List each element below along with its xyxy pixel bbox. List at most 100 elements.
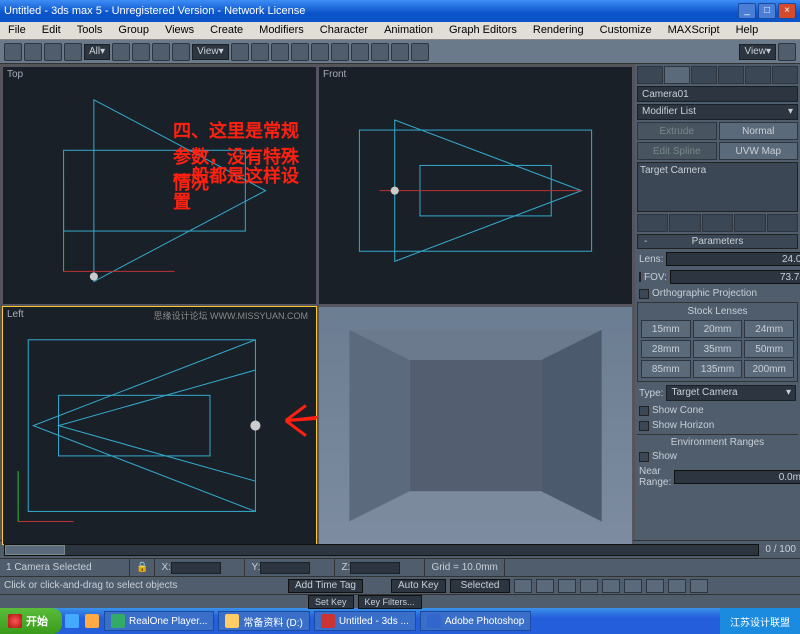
start-button[interactable]: 开始 bbox=[0, 608, 62, 634]
time-thumb[interactable] bbox=[5, 545, 65, 555]
z-field[interactable] bbox=[350, 562, 400, 574]
maximize-button[interactable]: □ bbox=[758, 3, 776, 19]
show-horizon-checkbox[interactable] bbox=[639, 421, 649, 431]
unlink-icon[interactable] bbox=[64, 43, 82, 61]
show-env-checkbox[interactable] bbox=[639, 452, 649, 462]
lens-35[interactable]: 35mm bbox=[693, 340, 743, 358]
menu-rendering[interactable]: Rendering bbox=[525, 22, 592, 39]
menu-create[interactable]: Create bbox=[202, 22, 251, 39]
create-tab-icon[interactable] bbox=[637, 66, 663, 84]
hierarchy-tab-icon[interactable] bbox=[691, 66, 717, 84]
undo-icon[interactable] bbox=[4, 43, 22, 61]
motion-tab-icon[interactable] bbox=[718, 66, 744, 84]
lens-20[interactable]: 20mm bbox=[693, 320, 743, 338]
camera-type-dropdown[interactable]: Target Camera▾ bbox=[666, 385, 796, 401]
menu-edit[interactable]: Edit bbox=[34, 22, 69, 39]
goto-end-icon[interactable] bbox=[602, 579, 620, 593]
pin-stack-icon[interactable] bbox=[637, 214, 668, 232]
ortho-checkbox[interactable] bbox=[639, 289, 649, 299]
configure-icon[interactable] bbox=[767, 214, 798, 232]
system-tray[interactable]: 江苏设计联盟 bbox=[720, 608, 800, 634]
menu-modifiers[interactable]: Modifiers bbox=[251, 22, 312, 39]
lens-135[interactable]: 135mm bbox=[693, 360, 743, 378]
rotate-icon[interactable] bbox=[152, 43, 170, 61]
selection-filter[interactable]: All ▾ bbox=[84, 44, 110, 60]
auto-key-button[interactable]: Auto Key bbox=[391, 579, 446, 593]
nav-max-icon[interactable] bbox=[690, 579, 708, 593]
add-time-tag[interactable]: Add Time Tag bbox=[288, 579, 363, 593]
coord-system[interactable]: View ▾ bbox=[192, 44, 229, 60]
key-mode-dropdown[interactable]: Selected bbox=[450, 579, 511, 593]
parameters-rollout[interactable]: Parameters bbox=[637, 234, 798, 249]
key-filters-button[interactable]: Key Filters... bbox=[358, 595, 422, 609]
task-3dsmax[interactable]: Untitled - 3ds ... bbox=[314, 611, 416, 631]
lock-icon[interactable] bbox=[778, 43, 796, 61]
display-tab-icon[interactable] bbox=[745, 66, 771, 84]
goto-start-icon[interactable] bbox=[514, 579, 532, 593]
mirror-icon[interactable] bbox=[271, 43, 289, 61]
x-field[interactable] bbox=[171, 562, 221, 574]
fov-toggle[interactable] bbox=[639, 272, 641, 282]
move-icon[interactable] bbox=[132, 43, 150, 61]
quick-render-icon[interactable] bbox=[411, 43, 429, 61]
modify-tab-icon[interactable] bbox=[664, 66, 690, 84]
near-range-field[interactable] bbox=[674, 470, 800, 484]
fov-field[interactable] bbox=[670, 270, 800, 284]
menu-file[interactable]: File bbox=[0, 22, 34, 39]
utilities-tab-icon[interactable] bbox=[772, 66, 798, 84]
modifier-stack[interactable]: Target Camera bbox=[637, 162, 798, 212]
snap-icon[interactable] bbox=[231, 43, 249, 61]
uvw-map-button[interactable]: UVW Map bbox=[719, 142, 799, 160]
quick-launch-icon[interactable] bbox=[65, 614, 79, 628]
schematic-icon[interactable] bbox=[351, 43, 369, 61]
view-dropdown[interactable]: View ▾ bbox=[739, 44, 776, 60]
menu-graph-editors[interactable]: Graph Editors bbox=[441, 22, 525, 39]
task-photoshop[interactable]: Adobe Photoshop bbox=[420, 611, 532, 631]
make-unique-icon[interactable] bbox=[702, 214, 733, 232]
menu-group[interactable]: Group bbox=[110, 22, 157, 39]
layer-icon[interactable] bbox=[311, 43, 329, 61]
object-name-field[interactable] bbox=[637, 86, 798, 102]
angle-snap-icon[interactable] bbox=[251, 43, 269, 61]
edit-spline-button[interactable]: Edit Spline bbox=[637, 142, 717, 160]
viewport-front[interactable]: Front bbox=[318, 66, 633, 305]
lens-28[interactable]: 28mm bbox=[641, 340, 691, 358]
scale-icon[interactable] bbox=[172, 43, 190, 61]
set-key-button[interactable]: Set Key bbox=[308, 595, 354, 609]
extrude-button[interactable]: Extrude bbox=[637, 122, 717, 140]
lens-15[interactable]: 15mm bbox=[641, 320, 691, 338]
show-cone-checkbox[interactable] bbox=[639, 406, 649, 416]
menu-help[interactable]: Help bbox=[728, 22, 767, 39]
lens-50[interactable]: 50mm bbox=[744, 340, 794, 358]
viewport-left[interactable]: Left 思缘设计论坛 WWW.MISSYUAN.COM bbox=[2, 306, 317, 545]
lock-selection-icon[interactable]: 🔒 bbox=[130, 559, 155, 576]
lens-field[interactable] bbox=[666, 252, 800, 266]
close-button[interactable]: × bbox=[778, 3, 796, 19]
menu-maxscript[interactable]: MAXScript bbox=[660, 22, 728, 39]
task-folder[interactable]: 常备资料 (D:) bbox=[218, 611, 309, 631]
prev-frame-icon[interactable] bbox=[536, 579, 554, 593]
nav-orbit-icon[interactable] bbox=[668, 579, 686, 593]
lens-200[interactable]: 200mm bbox=[744, 360, 794, 378]
nav-zoom-icon[interactable] bbox=[646, 579, 664, 593]
viewport-perspective[interactable] bbox=[318, 306, 633, 545]
select-icon[interactable] bbox=[112, 43, 130, 61]
material-icon[interactable] bbox=[371, 43, 389, 61]
lens-24[interactable]: 24mm bbox=[744, 320, 794, 338]
show-result-icon[interactable] bbox=[669, 214, 700, 232]
curve-editor-icon[interactable] bbox=[331, 43, 349, 61]
remove-mod-icon[interactable] bbox=[734, 214, 765, 232]
lens-85[interactable]: 85mm bbox=[641, 360, 691, 378]
menu-tools[interactable]: Tools bbox=[69, 22, 111, 39]
next-frame-icon[interactable] bbox=[580, 579, 598, 593]
modifier-list-dropdown[interactable]: Modifier List▾ bbox=[637, 104, 798, 120]
minimize-button[interactable]: _ bbox=[738, 3, 756, 19]
redo-icon[interactable] bbox=[24, 43, 42, 61]
time-slider[interactable]: 0 / 100 bbox=[0, 540, 800, 558]
play-icon[interactable] bbox=[558, 579, 576, 593]
render-scene-icon[interactable] bbox=[391, 43, 409, 61]
viewport-top[interactable]: Top 四、这里是常规参数，没有特殊情况 一般都是这样设置 bbox=[2, 66, 317, 305]
menu-animation[interactable]: Animation bbox=[376, 22, 441, 39]
menu-views[interactable]: Views bbox=[157, 22, 202, 39]
link-icon[interactable] bbox=[44, 43, 62, 61]
